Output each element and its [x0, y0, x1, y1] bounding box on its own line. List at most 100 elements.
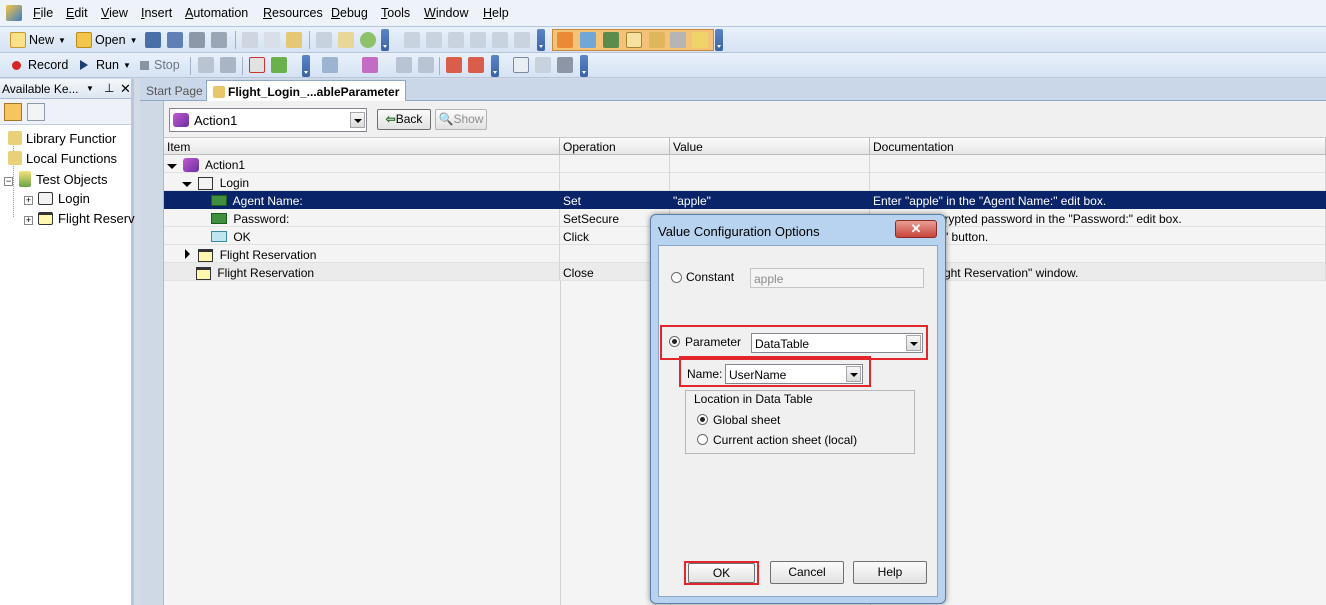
- menu-edit[interactable]: Edit: [66, 6, 88, 20]
- comment-icon[interactable]: [557, 57, 573, 73]
- value-cell[interactable]: "apple": [670, 191, 870, 209]
- pin-icon[interactable]: ⊥: [104, 81, 114, 95]
- operation-cell[interactable]: Set: [560, 191, 670, 209]
- insert-step-icon[interactable]: [322, 57, 338, 73]
- collapse-icon[interactable]: [182, 182, 192, 187]
- active-screen-icon[interactable]: [649, 32, 665, 48]
- constant-radio[interactable]: [671, 272, 682, 283]
- checkpoint-icon[interactable]: [362, 57, 378, 73]
- tab-start-page[interactable]: Start Page: [140, 80, 209, 101]
- parameter-type-select[interactable]: DataTable: [751, 333, 923, 353]
- collapse-icon[interactable]: [167, 164, 177, 169]
- expert-view-icon[interactable]: [535, 57, 551, 73]
- tree-item-local-functions[interactable]: Local Functions: [8, 151, 117, 166]
- menu-insert[interactable]: Insert: [141, 6, 172, 20]
- toolbar-grip[interactable]: [715, 29, 723, 51]
- open-button[interactable]: Open ▼: [76, 30, 138, 50]
- undo-icon[interactable]: [404, 32, 420, 48]
- tab-flight-login[interactable]: Flight_Login_...ableParameter: [206, 80, 407, 101]
- list-view-icon[interactable]: [4, 103, 22, 121]
- current-sheet-radio[interactable]: [697, 434, 708, 445]
- column-header-value[interactable]: Value: [670, 138, 870, 155]
- chevron-down-icon[interactable]: ▼: [86, 84, 94, 93]
- object-repository-icon[interactable]: [603, 32, 619, 48]
- table-row[interactable]: Login: [164, 173, 1326, 191]
- column-header-documentation[interactable]: Documentation: [870, 138, 1326, 155]
- tools-icon[interactable]: [670, 32, 686, 48]
- run-button[interactable]: Run ▼: [80, 55, 131, 75]
- dialog-close-button[interactable]: ✕: [895, 220, 937, 238]
- data-table-icon[interactable]: [626, 32, 642, 48]
- expand-icon[interactable]: [185, 249, 190, 259]
- save-icon[interactable]: [145, 32, 161, 48]
- operation-cell[interactable]: [560, 155, 670, 173]
- transaction-icon[interactable]: [418, 57, 434, 73]
- action-select[interactable]: Action1: [169, 108, 367, 132]
- test-flow-icon[interactable]: [557, 32, 573, 48]
- split-action-icon[interactable]: [468, 57, 484, 73]
- menu-window[interactable]: Window: [424, 6, 468, 20]
- menu-resources[interactable]: Resources: [263, 6, 323, 20]
- tree-item-flight-reservation[interactable]: + Flight Reserv: [24, 211, 135, 226]
- cut-icon[interactable]: [242, 32, 258, 48]
- menu-help[interactable]: Help: [483, 6, 509, 20]
- record-button[interactable]: Record: [12, 55, 68, 75]
- toolbar-grip[interactable]: [302, 55, 310, 77]
- check-icon[interactable]: [360, 32, 376, 48]
- back-button[interactable]: ⇦Back: [377, 109, 431, 130]
- chevron-down-icon[interactable]: [350, 112, 365, 128]
- step-into-icon[interactable]: [198, 57, 214, 73]
- app-icon[interactable]: [6, 5, 22, 21]
- redo-icon[interactable]: [426, 32, 442, 48]
- tree-item-login[interactable]: + Login: [24, 191, 90, 206]
- grid-view-icon[interactable]: [27, 103, 45, 121]
- font-icon[interactable]: [514, 32, 530, 48]
- replace-icon[interactable]: [492, 32, 508, 48]
- menu-debug[interactable]: Debug: [331, 6, 368, 20]
- debug-icon[interactable]: [271, 57, 287, 73]
- table-row[interactable]: Action1: [164, 155, 1326, 173]
- show-button[interactable]: 🔍Show: [435, 109, 487, 130]
- menu-view[interactable]: View: [101, 6, 128, 20]
- column-header-item[interactable]: Item: [164, 138, 560, 155]
- constant-value-field[interactable]: apple: [750, 268, 924, 288]
- paste-icon[interactable]: [286, 32, 302, 48]
- parameter-radio[interactable]: [669, 336, 680, 347]
- close-icon[interactable]: ✕: [120, 81, 131, 97]
- cancel-button[interactable]: Cancel: [770, 561, 844, 584]
- menu-file[interactable]: File: [33, 6, 53, 20]
- properties-icon[interactable]: [338, 32, 354, 48]
- expand-icon[interactable]: +: [24, 216, 33, 225]
- collapse-icon[interactable]: −: [4, 177, 13, 186]
- value-cell[interactable]: [670, 155, 870, 173]
- expand-icon[interactable]: +: [24, 196, 33, 205]
- menu-automation[interactable]: Automation: [185, 6, 248, 20]
- global-sheet-radio[interactable]: [697, 414, 708, 425]
- column-header-operation[interactable]: Operation: [560, 138, 670, 155]
- options-icon[interactable]: [692, 32, 708, 48]
- copy-icon[interactable]: [264, 32, 280, 48]
- toolbar-grip[interactable]: [537, 29, 545, 51]
- operation-cell[interactable]: [560, 173, 670, 191]
- name-select[interactable]: UserName: [725, 364, 863, 384]
- breakpoint-icon[interactable]: [249, 57, 265, 73]
- keyword-view-icon[interactable]: [513, 57, 529, 73]
- toolbar-grip[interactable]: [491, 55, 499, 77]
- print-icon[interactable]: [189, 32, 205, 48]
- new-button[interactable]: New ▼: [10, 30, 66, 50]
- resources-icon[interactable]: [580, 32, 596, 48]
- print-preview-icon[interactable]: [211, 32, 227, 48]
- stop-button[interactable]: Stop: [140, 55, 180, 75]
- output-value-icon[interactable]: [396, 57, 412, 73]
- menu-tools[interactable]: Tools: [381, 6, 410, 20]
- ok-button[interactable]: OK: [688, 563, 755, 583]
- save-all-icon[interactable]: [167, 32, 183, 48]
- help-button[interactable]: Help: [853, 561, 927, 584]
- tree-item-test-objects[interactable]: − Test Objects: [4, 171, 108, 187]
- find-next-icon[interactable]: [470, 32, 486, 48]
- chevron-down-icon[interactable]: [846, 366, 861, 382]
- toolbar-grip[interactable]: [381, 29, 389, 51]
- toolbar-grip[interactable]: [580, 55, 588, 77]
- action-call-icon[interactable]: [446, 57, 462, 73]
- table-row-selected[interactable]: Agent Name: Set "apple" Enter "apple" in…: [164, 191, 1326, 209]
